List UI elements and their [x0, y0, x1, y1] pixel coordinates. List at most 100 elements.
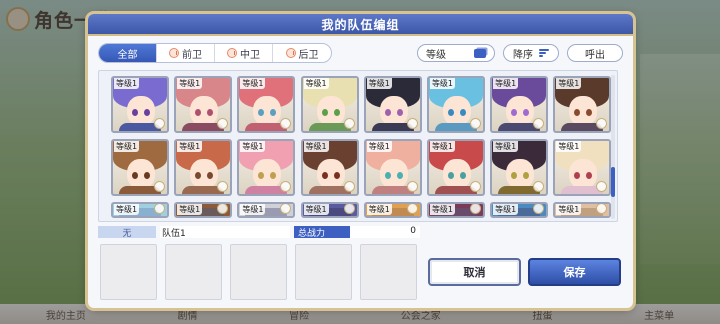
tab-all-label: 全部: [117, 49, 138, 61]
portrait-eye: [132, 109, 138, 116]
tab-middle-label: 中卫: [240, 49, 260, 61]
portrait-eye: [144, 109, 150, 116]
card-level: 等级1: [177, 204, 203, 215]
tab-back[interactable]: 后卫: [273, 44, 331, 62]
rank-badge-icon: [469, 181, 481, 192]
tab-middle[interactable]: 中卫: [215, 44, 273, 62]
character-card[interactable]: 等级1: [490, 139, 549, 196]
portrait-face: [316, 96, 345, 126]
card-level: 等级1: [114, 204, 140, 215]
save-button[interactable]: 保存: [528, 258, 621, 286]
character-card[interactable]: 等级1: [237, 76, 296, 133]
sort-order-button[interactable]: 降序: [503, 44, 559, 62]
portrait-eye: [459, 172, 466, 179]
portrait-eye: [396, 109, 403, 116]
character-card[interactable]: 等级1: [174, 139, 233, 196]
modal-header: 我的队伍编组: [88, 14, 633, 36]
level-filter-label: 等级: [426, 49, 446, 61]
card-level: 等级1: [493, 141, 519, 152]
card-level: 等级1: [240, 141, 266, 152]
character-card[interactable]: 等级1: [553, 76, 612, 133]
character-card[interactable]: 等级1: [363, 76, 422, 133]
total-power-value: 0: [350, 226, 420, 238]
portrait-face: [379, 159, 408, 189]
character-card[interactable]: 等级1: [111, 202, 169, 218]
tab-all[interactable]: 全部: [99, 44, 157, 62]
team-slot[interactable]: [165, 244, 222, 300]
card-level: 等级1: [177, 141, 203, 152]
rank-badge-icon: [343, 118, 355, 129]
card-level: 等级1: [114, 141, 140, 152]
total-power-label: 总战力: [294, 226, 350, 239]
filter-square-icon: [474, 48, 486, 58]
character-card[interactable]: 等级1: [111, 139, 169, 196]
grid-scrollbar[interactable]: [611, 75, 615, 219]
team-slot[interactable]: [230, 244, 287, 300]
card-level: 等级1: [303, 204, 329, 215]
portrait-eye: [144, 172, 150, 179]
team-edit-modal: 我的队伍编组 全部 前卫 中卫 后卫 等级 降序 呼出 等级1 等级1 等级1 …: [88, 14, 633, 308]
team-slot[interactable]: [360, 244, 417, 300]
character-card[interactable]: 等级1: [426, 139, 485, 196]
card-level: 等级1: [177, 78, 203, 89]
card-level: 等级1: [556, 204, 582, 215]
character-card[interactable]: 等级1: [490, 202, 549, 218]
role-tabs: 全部 前卫 中卫 后卫: [98, 43, 332, 63]
character-card[interactable]: 等级1: [426, 76, 485, 133]
rank-badge-icon: [406, 204, 418, 214]
cancel-button[interactable]: 取消: [428, 258, 521, 286]
team-leader-label: 无: [98, 226, 156, 239]
portrait-eye: [396, 172, 403, 179]
card-level: 等级1: [556, 141, 582, 152]
card-level: 等级1: [240, 204, 266, 215]
portrait-face: [316, 159, 345, 189]
card-level: 等级1: [429, 204, 456, 215]
front-role-icon: [169, 48, 179, 58]
card-level: 等级1: [493, 78, 519, 89]
call-out-label: 呼出: [585, 49, 605, 61]
portrait-face: [379, 96, 408, 126]
rank-badge-icon: [469, 204, 481, 214]
modal-title: 我的队伍编组: [321, 17, 400, 32]
portrait-eye: [447, 109, 454, 116]
portrait-eye: [384, 172, 391, 179]
character-card[interactable]: 等级1: [363, 139, 422, 196]
card-level: 等级1: [429, 78, 456, 89]
portrait-eye: [447, 172, 454, 179]
team-slot[interactable]: [100, 244, 157, 300]
tab-front[interactable]: 前卫: [157, 44, 215, 62]
character-card[interactable]: 等级1: [237, 139, 296, 196]
rank-badge-icon: [154, 118, 165, 129]
grid-scroll-thumb[interactable]: [611, 167, 615, 197]
filter-toolbar: 全部 前卫 中卫 后卫 等级 降序 呼出: [88, 40, 633, 66]
portrait-eye: [459, 109, 466, 116]
team-slot[interactable]: [295, 244, 352, 300]
card-level: 等级1: [429, 141, 456, 152]
character-card[interactable]: 等级1: [300, 202, 359, 218]
rank-badge-icon: [343, 204, 355, 214]
character-card[interactable]: 等级1: [553, 139, 612, 196]
character-card[interactable]: 等级1: [426, 202, 485, 218]
portrait-eye: [132, 172, 138, 179]
character-card[interactable]: 等级1: [300, 139, 359, 196]
card-level: 等级1: [366, 141, 392, 152]
character-card[interactable]: 等级1: [237, 202, 296, 218]
level-filter-button[interactable]: 等级: [417, 44, 495, 62]
character-card[interactable]: 等级1: [490, 76, 549, 133]
sort-controls: 等级 降序 呼出: [417, 44, 623, 62]
portrait-eye: [321, 172, 328, 179]
character-card[interactable]: 等级1: [553, 202, 612, 218]
character-card[interactable]: 等级1: [111, 76, 169, 133]
team-name: 队伍1: [160, 226, 290, 239]
portrait-eye: [321, 109, 328, 116]
call-out-button[interactable]: 呼出: [567, 44, 623, 62]
rank-badge-icon: [469, 118, 481, 129]
card-level: 等级1: [366, 78, 392, 89]
character-card[interactable]: 等级1: [174, 76, 233, 133]
card-level: 等级1: [556, 78, 582, 89]
character-card[interactable]: 等级1: [300, 76, 359, 133]
rank-badge-icon: [343, 181, 355, 192]
character-card[interactable]: 等级1: [363, 202, 422, 218]
sort-order-label: 降序: [513, 49, 533, 61]
character-card[interactable]: 等级1: [174, 202, 233, 218]
